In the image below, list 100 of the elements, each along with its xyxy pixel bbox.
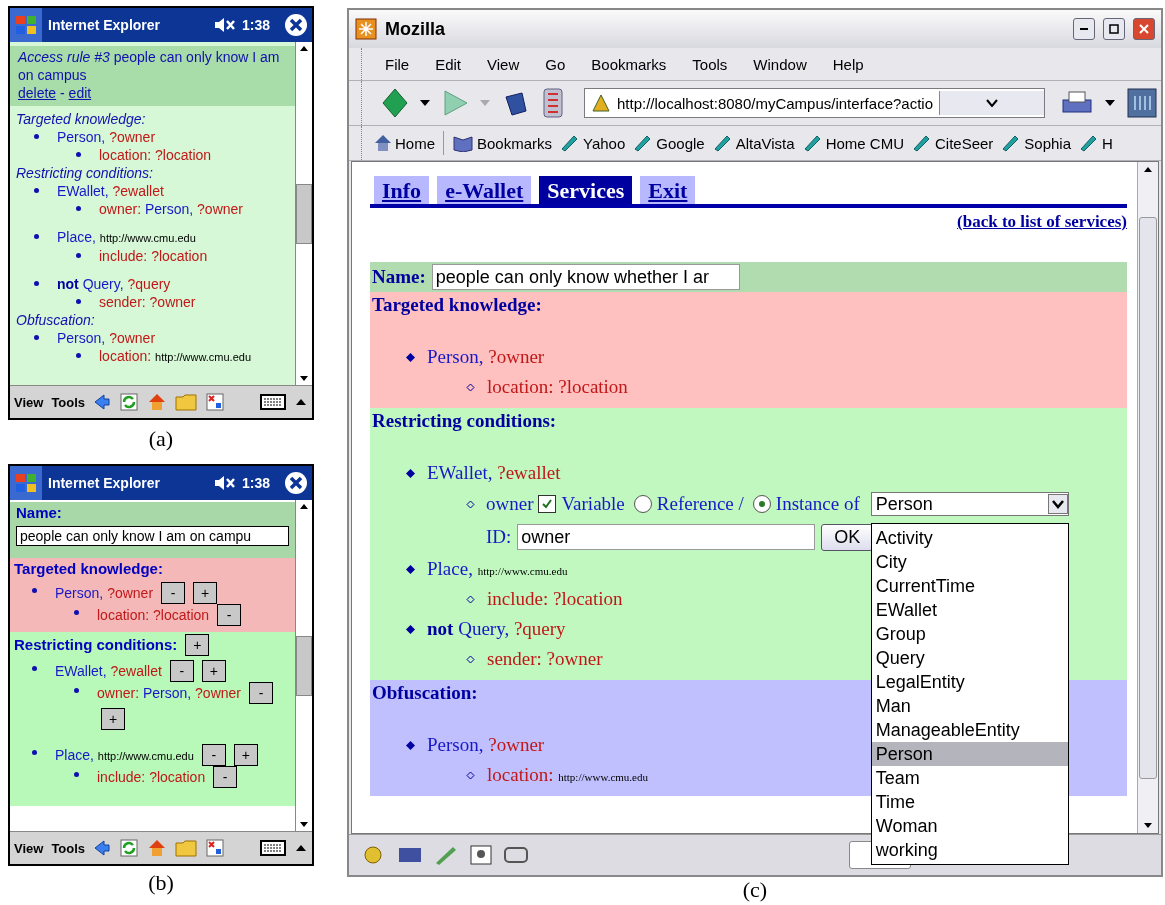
bookmark-item[interactable]: Sophia bbox=[997, 133, 1076, 153]
dropdown-option[interactable]: working bbox=[871, 838, 1068, 862]
maximize-button[interactable] bbox=[1103, 18, 1125, 40]
dropdown-option[interactable]: EWallet bbox=[871, 598, 1068, 622]
back-arrow-icon[interactable] bbox=[93, 839, 112, 857]
bookmark-item[interactable]: CiteSeer bbox=[907, 133, 998, 153]
dropdown-option[interactable]: Team bbox=[871, 766, 1068, 790]
nav-tab[interactable]: Info bbox=[374, 176, 430, 204]
menu-item[interactable]: File bbox=[374, 55, 421, 73]
scroll-thumb[interactable] bbox=[296, 635, 312, 696]
window-title: Mozilla bbox=[385, 18, 446, 40]
tree-button[interactable]: - bbox=[161, 582, 186, 604]
dropdown-option[interactable]: CurrentTime bbox=[871, 574, 1068, 598]
type-select[interactable]: Person bbox=[870, 492, 1069, 516]
menu-item[interactable]: Tools bbox=[681, 55, 739, 73]
id-field[interactable]: owner bbox=[517, 524, 816, 550]
tree-button[interactable]: + bbox=[193, 582, 218, 604]
bookmark-item[interactable]: Google bbox=[629, 133, 709, 153]
scrollbar[interactable] bbox=[295, 500, 312, 831]
property-label: owner bbox=[486, 493, 534, 515]
menu-item[interactable]: Bookmarks bbox=[580, 55, 678, 73]
print-icon[interactable] bbox=[1061, 90, 1093, 116]
nav-tab[interactable]: Exit bbox=[640, 176, 696, 204]
menu-item[interactable]: View bbox=[476, 55, 531, 73]
name-field[interactable]: people can only know I am on campu bbox=[16, 526, 289, 546]
dropdown-option[interactable]: Woman bbox=[871, 814, 1068, 838]
menu-item[interactable]: Edit bbox=[424, 55, 473, 73]
dropdown-arrow-icon[interactable] bbox=[420, 100, 430, 106]
bullet-icon bbox=[34, 335, 39, 340]
bullet-icon bbox=[32, 588, 37, 593]
radio-button[interactable] bbox=[633, 495, 652, 513]
close-button[interactable] bbox=[1133, 18, 1155, 40]
back-link[interactable]: (back to list of services) bbox=[957, 212, 1127, 231]
bookmark-item[interactable]: Bookmarks bbox=[448, 134, 557, 152]
bullet-icon bbox=[76, 152, 81, 157]
tree-item: sender: ?owner bbox=[99, 293, 196, 311]
radio-button[interactable] bbox=[752, 495, 771, 513]
tree-button[interactable]: - bbox=[213, 766, 238, 788]
menu-item[interactable]: View bbox=[14, 840, 44, 856]
tree-button[interactable]: - bbox=[169, 660, 194, 682]
home-icon[interactable] bbox=[147, 392, 168, 412]
minimize-button[interactable] bbox=[1073, 18, 1095, 40]
tree-item: Person, ?owner bbox=[57, 128, 156, 146]
edit-link[interactable]: edit bbox=[68, 85, 92, 101]
refresh-icon[interactable] bbox=[119, 392, 140, 412]
tree-button[interactable]: - bbox=[201, 744, 226, 766]
dropdown-option[interactable]: Group bbox=[871, 622, 1068, 646]
clock-time: 1:38 bbox=[241, 17, 270, 33]
back-gem-icon[interactable] bbox=[382, 88, 408, 118]
ok-button[interactable]: OK bbox=[821, 523, 874, 551]
menu-item[interactable]: Window bbox=[742, 55, 818, 73]
bookmark-item[interactable]: AltaVista bbox=[708, 133, 799, 153]
nav-tab[interactable]: Services bbox=[539, 176, 633, 204]
keyboard-icon[interactable] bbox=[260, 840, 286, 856]
menu-item[interactable]: Go bbox=[534, 55, 577, 73]
dropdown-arrow-icon[interactable] bbox=[1105, 100, 1115, 106]
dropdown-option[interactable]: ManageableEntity bbox=[871, 718, 1068, 742]
bookmark-item[interactable]: Yahoo bbox=[556, 133, 630, 153]
name-field[interactable]: people can only know whether I ar bbox=[431, 264, 740, 290]
tree-button[interactable]: - bbox=[249, 682, 273, 704]
dropdown-option[interactable]: City bbox=[871, 550, 1068, 574]
tree-button[interactable]: + bbox=[101, 708, 125, 730]
grid-icon[interactable] bbox=[205, 392, 226, 412]
menu-item[interactable]: Help bbox=[821, 55, 875, 73]
tree-button[interactable]: + bbox=[201, 660, 226, 682]
close-icon[interactable] bbox=[284, 471, 308, 495]
scrollbar[interactable] bbox=[295, 42, 312, 385]
bookmark-item[interactable]: Home CMU bbox=[798, 133, 908, 153]
delete-link[interactable]: delete bbox=[18, 85, 57, 101]
dropdown-option[interactable]: Person bbox=[871, 742, 1068, 766]
menu-item[interactable]: Tools bbox=[51, 840, 86, 856]
refresh-icon[interactable] bbox=[119, 838, 140, 858]
keyboard-icon[interactable] bbox=[260, 394, 286, 410]
menu-item[interactable]: View bbox=[14, 394, 44, 410]
dropdown-option[interactable]: Query bbox=[871, 646, 1068, 670]
dropdown-option[interactable]: LegalEntity bbox=[871, 670, 1068, 694]
dropdown-option[interactable]: Activity bbox=[871, 526, 1068, 550]
close-icon[interactable] bbox=[284, 13, 308, 37]
address-field[interactable]: http://localhost:8080/myCampus/interface?actio bbox=[584, 88, 1045, 118]
menu-item[interactable]: Tools bbox=[51, 394, 86, 410]
nav-tab[interactable]: e-Wallet bbox=[437, 176, 532, 204]
speaker-muted-icon[interactable] bbox=[213, 475, 236, 491]
grid-icon[interactable] bbox=[205, 838, 226, 858]
start-button[interactable] bbox=[10, 466, 42, 500]
bookmark-item[interactable]: H bbox=[1075, 133, 1117, 153]
dropdown-option[interactable]: Man bbox=[871, 694, 1068, 718]
checkbox[interactable] bbox=[538, 495, 557, 513]
scrollbar[interactable] bbox=[1137, 162, 1158, 833]
speaker-muted-icon[interactable] bbox=[213, 17, 236, 33]
scroll-thumb[interactable] bbox=[1139, 216, 1157, 779]
scroll-thumb[interactable] bbox=[296, 183, 312, 244]
back-arrow-icon[interactable] bbox=[93, 393, 112, 411]
add-button[interactable]: + bbox=[185, 634, 210, 656]
home-icon[interactable] bbox=[147, 838, 168, 858]
start-button[interactable] bbox=[10, 8, 42, 42]
dropdown-option[interactable]: Time bbox=[871, 790, 1068, 814]
bookmark-item[interactable]: Home bbox=[370, 134, 439, 152]
bullet-icon bbox=[76, 253, 81, 258]
tree-button[interactable]: + bbox=[233, 744, 258, 766]
tree-button[interactable]: - bbox=[217, 604, 242, 626]
